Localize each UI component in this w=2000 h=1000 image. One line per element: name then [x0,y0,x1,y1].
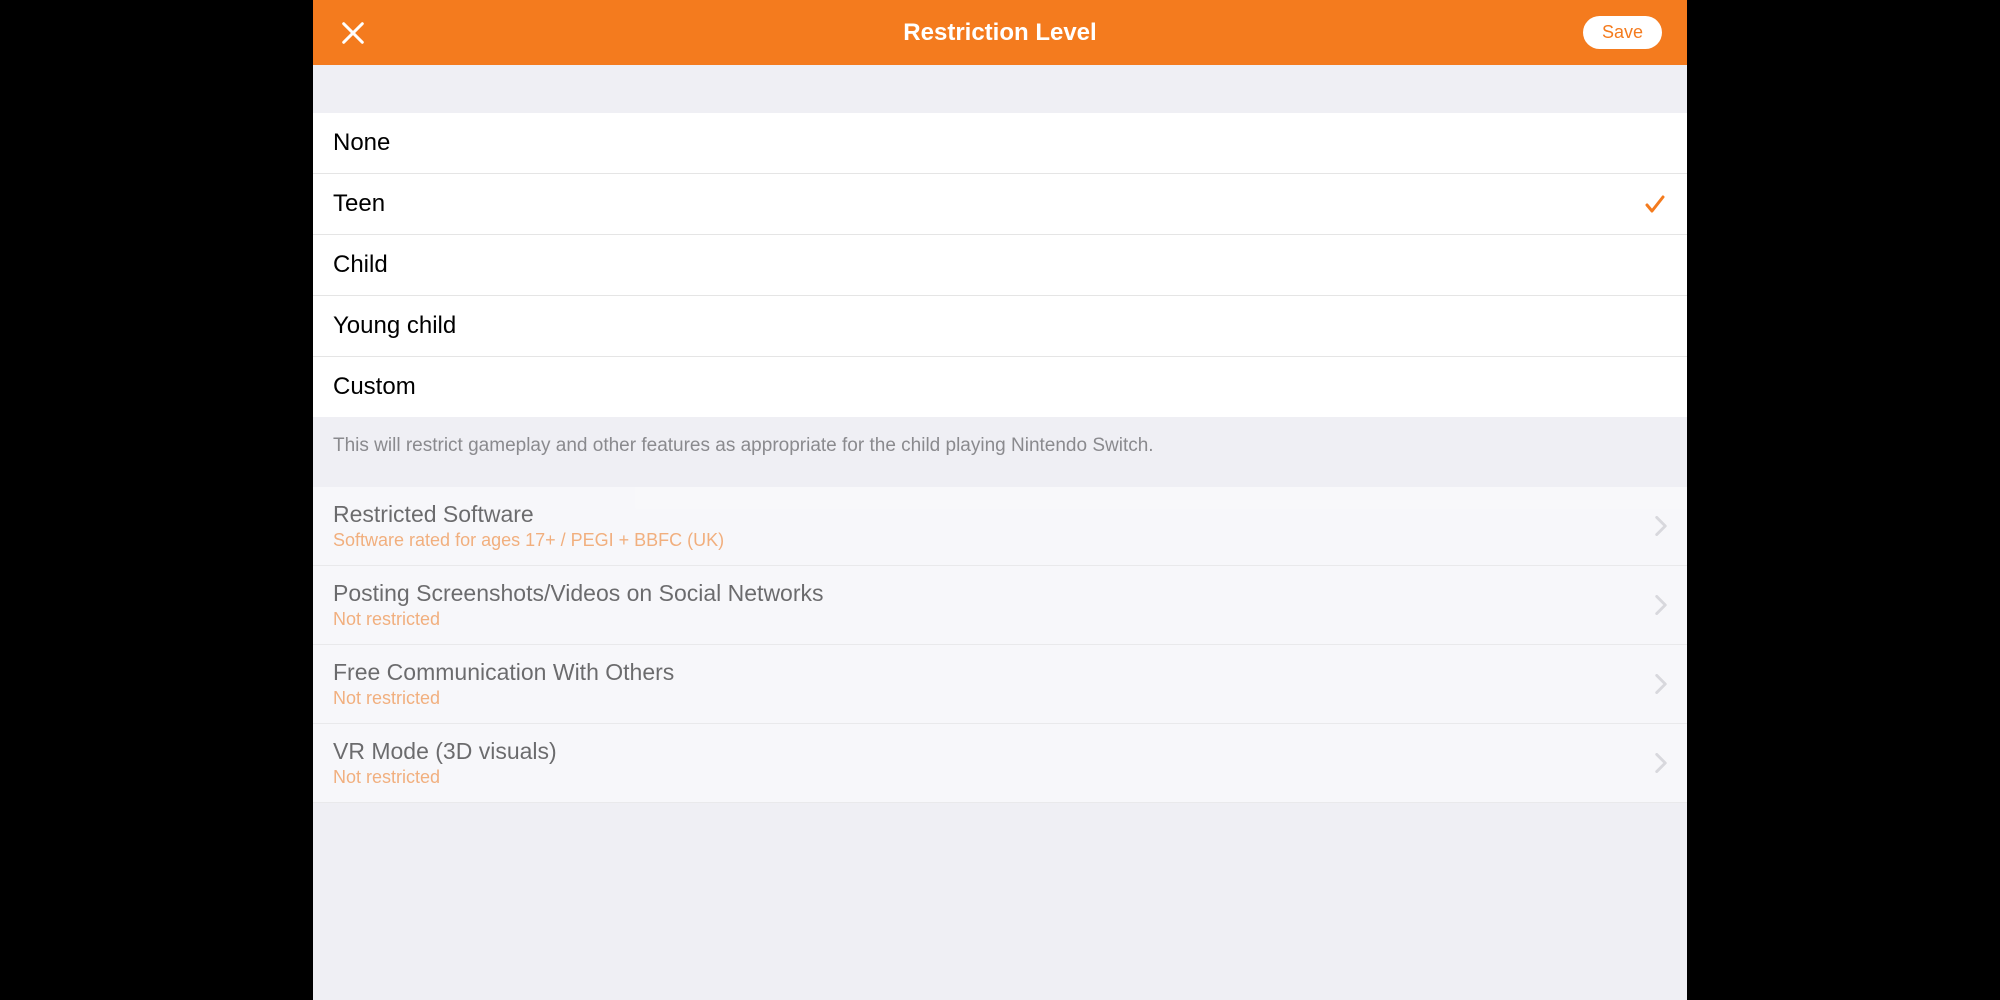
detail-subtitle: Not restricted [333,688,674,709]
detail-item-posting-screenshots[interactable]: Posting Screenshots/Videos on Social Net… [313,566,1687,645]
level-item-teen[interactable]: Teen [313,174,1687,235]
level-label: Young child [333,312,456,340]
detail-item-vr-mode[interactable]: VR Mode (3D visuals) Not restricted [313,724,1687,803]
detail-item-restricted-software[interactable]: Restricted Software Software rated for a… [313,487,1687,566]
detail-subtitle: Not restricted [333,767,557,788]
app-container: Restriction Level Save None Teen Child Y… [313,0,1687,1000]
detail-title: Free Communication With Others [333,659,674,686]
page-title: Restriction Level [903,19,1096,47]
detail-content: Free Communication With Others Not restr… [333,659,674,709]
detail-title: Restricted Software [333,501,724,528]
detail-subtitle: Software rated for ages 17+ / PEGI + BBF… [333,530,724,551]
detail-content: Posting Screenshots/Videos on Social Net… [333,580,824,630]
level-item-none[interactable]: None [313,113,1687,174]
detail-title: VR Mode (3D visuals) [333,738,557,765]
level-label: Child [333,251,388,279]
level-label: Custom [333,373,416,401]
detail-title: Posting Screenshots/Videos on Social Net… [333,580,824,607]
detail-list: Restricted Software Software rated for a… [313,487,1687,803]
chevron-right-icon [1655,595,1667,615]
chevron-right-icon [1655,753,1667,773]
save-button[interactable]: Save [1583,16,1662,49]
level-item-custom[interactable]: Custom [313,357,1687,417]
restriction-level-list: None Teen Child Young child Custom [313,113,1687,417]
header-bar: Restriction Level Save [313,0,1687,65]
close-button[interactable] [338,18,368,48]
detail-content: Restricted Software Software rated for a… [333,501,724,551]
chevron-right-icon [1655,674,1667,694]
chevron-right-icon [1655,516,1667,536]
spacer [313,65,1687,113]
level-item-young-child[interactable]: Young child [313,296,1687,357]
close-icon [339,19,367,47]
checkmark-icon [1643,192,1667,216]
level-description: This will restrict gameplay and other fe… [313,417,1687,487]
detail-item-free-communication[interactable]: Free Communication With Others Not restr… [313,645,1687,724]
detail-content: VR Mode (3D visuals) Not restricted [333,738,557,788]
level-label: None [333,129,390,157]
level-item-child[interactable]: Child [313,235,1687,296]
detail-subtitle: Not restricted [333,609,824,630]
level-label: Teen [333,190,385,218]
